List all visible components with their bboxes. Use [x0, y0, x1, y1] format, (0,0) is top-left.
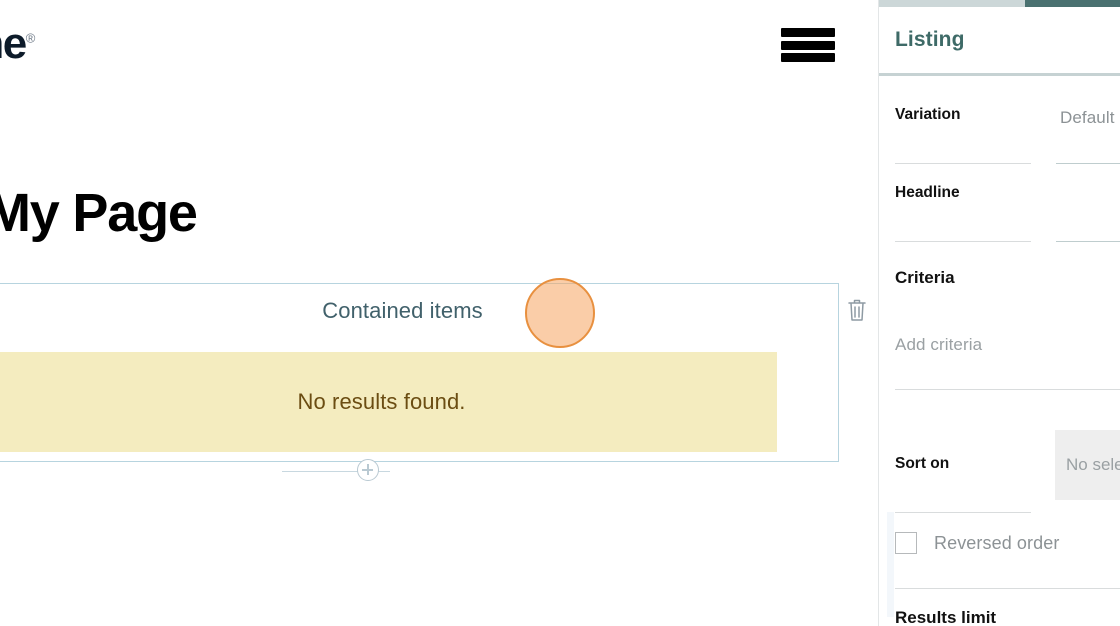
add-criteria-button[interactable]: Add criteria: [895, 335, 982, 355]
click-indicator: [525, 278, 595, 348]
page-canvas: one® My Page Contained items No results …: [0, 0, 878, 626]
site-logo[interactable]: one®: [0, 22, 35, 66]
panel-left-stripe: [887, 512, 894, 617]
insert-block-row: [0, 462, 839, 482]
field-headline-underline: [895, 241, 1031, 242]
results-limit-label: Results limit: [895, 608, 997, 626]
no-results-message: No results found.: [297, 389, 466, 414]
criteria-underline: [895, 389, 1120, 390]
no-results-band: No results found.: [0, 352, 777, 452]
listing-block-label: Contained items: [322, 298, 483, 323]
field-sort-on-underline: [895, 512, 1031, 513]
hamburger-bar-3: [781, 53, 835, 62]
site-logo-text: one: [0, 19, 27, 68]
field-variation-value-underline: [1056, 163, 1120, 164]
plus-circle-icon[interactable]: [357, 459, 379, 481]
registered-mark-icon: ®: [25, 30, 36, 46]
trash-icon[interactable]: [846, 297, 868, 323]
screen-root: one® My Page Contained items No results …: [0, 0, 1120, 626]
field-variation-value[interactable]: Default: [1060, 108, 1115, 128]
field-headline-label: Headline: [895, 184, 960, 201]
field-sort-on-label: Sort on: [895, 455, 950, 472]
criteria-section-title: Criteria: [895, 268, 955, 287]
hamburger-menu-icon[interactable]: [781, 26, 835, 64]
reversed-order-underline: [895, 588, 1120, 589]
progress-fill: [1025, 0, 1120, 7]
field-headline-value-underline: [1056, 241, 1120, 242]
hamburger-bar-2: [781, 40, 835, 50]
field-headline: Headline: [895, 184, 1120, 202]
reversed-order-label: Reversed order: [934, 532, 1060, 553]
progress-track: [879, 0, 1025, 7]
reversed-order-row[interactable]: Reversed order: [895, 532, 1059, 554]
panel-title: Listing: [895, 28, 965, 51]
page-title: My Page: [0, 183, 198, 243]
field-variation-label: Variation: [895, 106, 961, 123]
panel-progress-bar: [879, 0, 1120, 7]
panel-header: Listing: [879, 7, 1120, 76]
listing-settings-panel: Listing Variation Default Headline Crite…: [878, 0, 1120, 626]
hamburger-bar-1: [781, 28, 835, 37]
sort-on-select[interactable]: No selection: [1055, 430, 1120, 500]
field-variation-underline: [895, 163, 1031, 164]
reversed-order-checkbox[interactable]: [895, 532, 917, 554]
sort-on-select-value: No selection: [1066, 455, 1120, 474]
